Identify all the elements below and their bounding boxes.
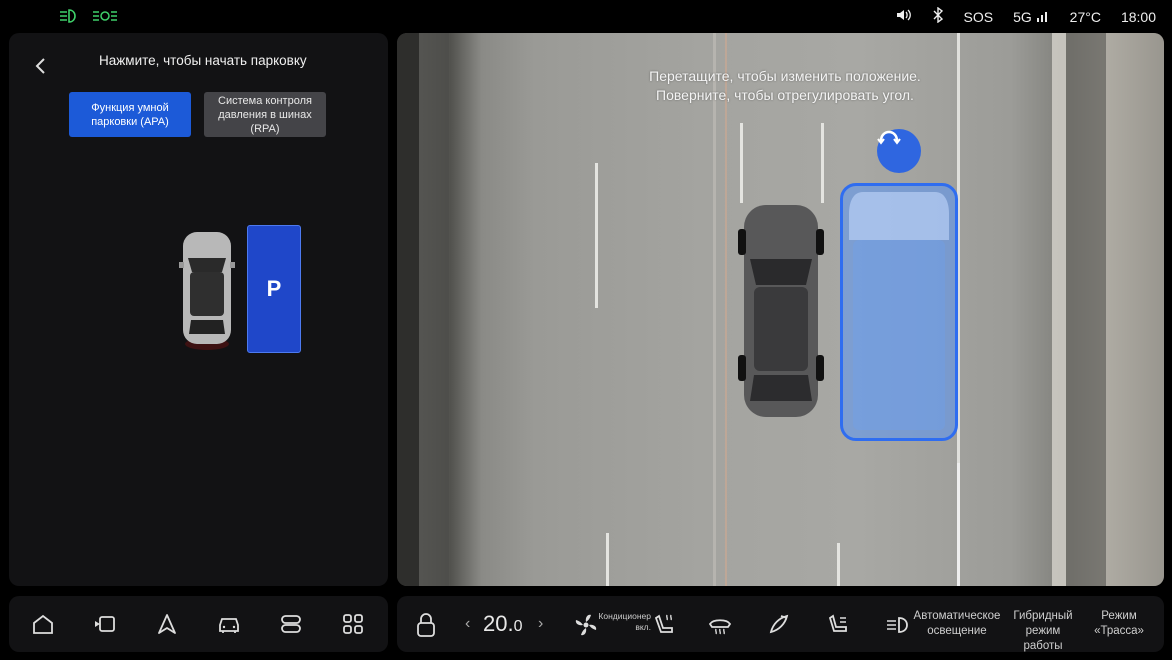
apps-toggle-icon[interactable] <box>279 612 303 636</box>
panel-title: Нажмите, чтобы начать парковку <box>99 53 307 68</box>
lock-icon[interactable] <box>415 612 441 638</box>
rotate-icon <box>877 130 901 145</box>
parking-panel: Нажмите, чтобы начать парковку Функция у… <box>9 33 388 586</box>
low-beam-icon <box>58 8 78 29</box>
bluetooth-icon[interactable] <box>932 6 944 27</box>
nav-dock <box>9 596 388 652</box>
temp-up-button[interactable]: › <box>538 615 543 633</box>
parking-slot[interactable]: P <box>247 225 301 353</box>
target-parking-slot[interactable] <box>840 183 958 441</box>
temperature-decimal: 0 <box>513 618 523 635</box>
volume-icon[interactable] <box>896 8 912 26</box>
temperature-integer: 20. <box>483 611 514 636</box>
track-mode-button[interactable]: Режим «Трасса» <box>1087 609 1151 639</box>
network-indicator: 5G <box>1013 8 1050 26</box>
seat-heat-icon[interactable] <box>651 612 677 638</box>
navigation-icon[interactable] <box>155 612 179 636</box>
network-label: 5G <box>1013 9 1032 25</box>
back-button[interactable] <box>31 55 53 77</box>
hint-line-1: Перетащите, чтобы изменить положение. <box>649 68 921 84</box>
sos-button[interactable]: SOS <box>964 8 994 26</box>
parking-lights-icon <box>92 8 118 29</box>
clock: 18:00 <box>1120 9 1156 25</box>
ego-vehicle <box>732 199 828 421</box>
camera-view[interactable]: Перетащите, чтобы изменить положение. По… <box>397 33 1164 586</box>
auto-lighting-label[interactable]: Автоматическое освещение <box>909 609 1005 639</box>
grid-menu-icon[interactable] <box>341 612 365 636</box>
temperature-setting: 20.0 <box>483 611 523 637</box>
signal-icon <box>1036 12 1047 22</box>
media-icon[interactable] <box>93 612 117 636</box>
temp-down-button[interactable]: ‹ <box>465 615 470 633</box>
climate-dock: ‹ 20.0 › Кондиционер вкл. Автоматическое… <box>397 596 1164 652</box>
status-bar: SOS 5G 27°C 18:00 <box>0 0 1172 32</box>
seat-adjust-icon[interactable] <box>825 612 851 638</box>
auto-lighting-icon[interactable] <box>885 612 911 638</box>
defrost-icon[interactable] <box>707 612 733 638</box>
outside-temperature: 27°C <box>1069 9 1101 25</box>
chevron-left-icon <box>35 58 45 74</box>
ac-status[interactable]: Кондиционер вкл. <box>595 611 651 633</box>
car-top-view-icon <box>179 228 235 352</box>
app-screen: SOS 5G 27°C 18:00 Нажмите, чтобы начать … <box>0 0 1172 660</box>
rpa-mode-button[interactable]: Система контроля давления в шинах (RPA) <box>204 92 326 137</box>
mirror-adjust-icon[interactable] <box>767 612 793 638</box>
hint-line-2: Поверните, чтобы отрегулировать угол. <box>656 87 914 103</box>
home-icon[interactable] <box>31 612 55 636</box>
hybrid-mode-button[interactable]: Гибридный режим работы <box>1005 609 1081 654</box>
vehicle-icon[interactable] <box>217 612 241 636</box>
apa-mode-button[interactable]: Функция умной парковки (APA) <box>69 92 191 137</box>
target-car-outline <box>849 192 949 430</box>
rotate-slot-button[interactable] <box>877 129 921 173</box>
instruction-hint: Перетащите, чтобы изменить положение. По… <box>585 67 985 105</box>
